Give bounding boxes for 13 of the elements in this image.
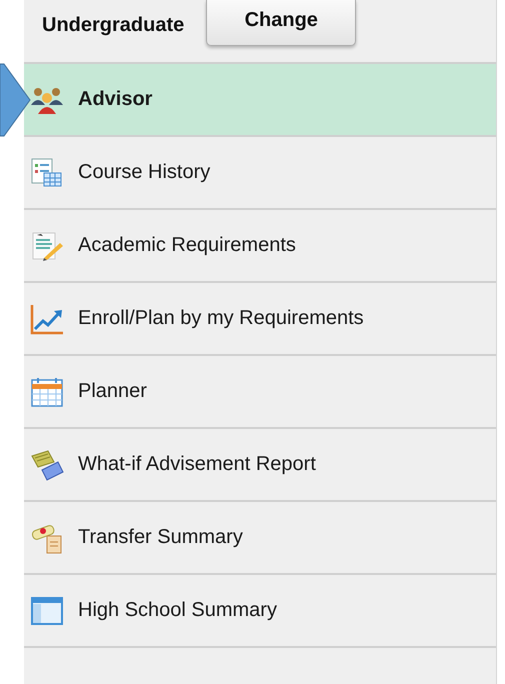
- menu-item-label: Transfer Summary: [78, 526, 243, 549]
- career-label: Undergraduate: [42, 14, 184, 37]
- list-calendar-icon: [30, 156, 64, 190]
- money-card-icon: [30, 448, 64, 482]
- menu-item-label: Course History: [78, 161, 210, 184]
- menu-item-label: Academic Requirements: [78, 234, 296, 257]
- menu-item-label: Advisor: [78, 88, 152, 111]
- menu-item[interactable]: Advisor: [24, 64, 496, 137]
- menu-item-label: High School Summary: [78, 599, 277, 622]
- menu-item-label: Enroll/Plan by my Requirements: [78, 307, 364, 330]
- menu-item-label: Planner: [78, 380, 147, 403]
- change-button[interactable]: Change: [206, 0, 356, 46]
- menu-item-label: What-if Advisement Report: [78, 453, 316, 476]
